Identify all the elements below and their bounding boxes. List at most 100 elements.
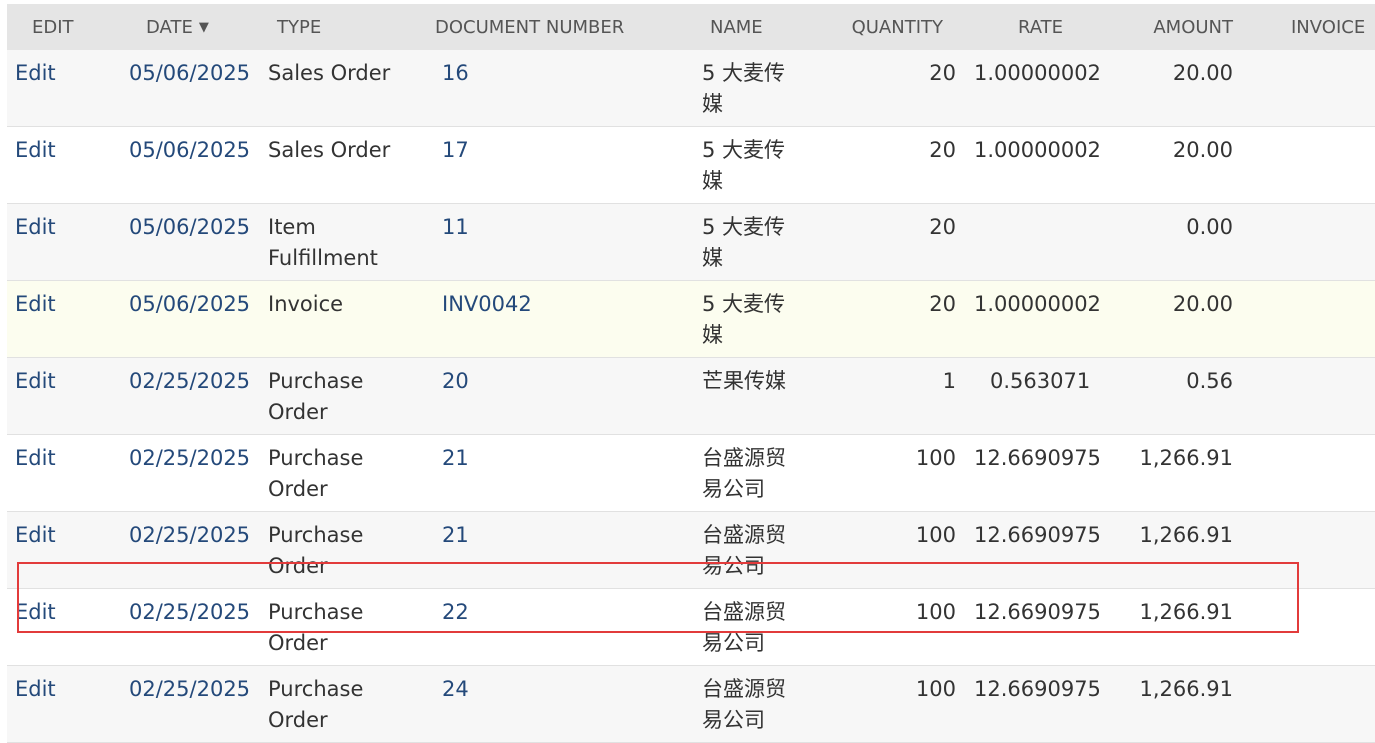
column-header-quantity[interactable]: QUANTITY (813, 4, 964, 50)
quantity-cell: 100 (813, 511, 964, 589)
table-row: Edit 05/06/2025 Sales Order 17 5 大麦传媒 20… (7, 126, 1375, 204)
document-number-link[interactable]: 17 (418, 126, 686, 204)
date-link[interactable]: 05/06/2025 (121, 203, 260, 281)
edit-link[interactable]: Edit (7, 434, 121, 512)
document-number-link[interactable]: INV0042 (418, 280, 686, 358)
edit-link[interactable]: Edit (7, 665, 121, 743)
quantity-cell: 20 (813, 50, 964, 127)
rate-cell (964, 203, 1107, 281)
document-number-link[interactable]: 11 (418, 203, 686, 281)
rate-cell: 1.00000002 (964, 126, 1107, 204)
amount-cell: 1,266.91 (1107, 434, 1264, 512)
name-cell: 5 大麦传媒 (686, 50, 813, 127)
document-number-link[interactable]: 16 (418, 50, 686, 127)
edit-link[interactable]: Edit (7, 280, 121, 358)
name-cell: 5 大麦传媒 (686, 203, 813, 281)
quantity-cell: 100 (813, 588, 964, 666)
edit-link[interactable]: Edit (7, 511, 121, 589)
document-number-link[interactable]: 22 (418, 588, 686, 666)
table-row: Edit 02/25/2025 Purchase Order 22 台盛源贸易公… (7, 588, 1375, 666)
column-header-name[interactable]: NAME (686, 4, 813, 50)
invoice-cell (1264, 280, 1375, 358)
table-header: EDIT DATE ▼ TYPE DOCUMENT NUMBER NAME QUA… (7, 4, 1375, 50)
type-cell: Invoice (260, 280, 418, 358)
amount-cell: 1,266.91 (1107, 665, 1264, 743)
transactions-list: EDIT DATE ▼ TYPE DOCUMENT NUMBER NAME QUA… (7, 4, 1375, 743)
table-row: Edit 02/25/2025 Purchase Order 21 台盛源贸易公… (7, 434, 1375, 512)
date-link[interactable]: 02/25/2025 (121, 665, 260, 743)
transactions-table: EDIT DATE ▼ TYPE DOCUMENT NUMBER NAME QUA… (7, 4, 1375, 743)
date-link[interactable]: 02/25/2025 (121, 357, 260, 435)
table-row: Edit 02/25/2025 Purchase Order 21 台盛源贸易公… (7, 511, 1375, 589)
edit-link[interactable]: Edit (7, 588, 121, 666)
type-cell: Purchase Order (260, 665, 418, 743)
rate-cell: 12.6690975 (964, 665, 1107, 743)
column-header-date-label: DATE (146, 16, 193, 38)
document-number-link[interactable]: 21 (418, 434, 686, 512)
amount-cell: 0.56 (1107, 357, 1264, 435)
quantity-cell: 100 (813, 434, 964, 512)
name-cell: 台盛源贸易公司 (686, 588, 813, 666)
amount-cell: 20.00 (1107, 50, 1264, 127)
type-cell: Sales Order (260, 50, 418, 127)
date-link[interactable]: 02/25/2025 (121, 434, 260, 512)
amount-cell: 20.00 (1107, 126, 1264, 204)
type-cell: Purchase Order (260, 588, 418, 666)
invoice-cell (1264, 203, 1375, 281)
edit-link[interactable]: Edit (7, 357, 121, 435)
column-header-document-number[interactable]: DOCUMENT NUMBER (418, 4, 686, 50)
date-link[interactable]: 05/06/2025 (121, 280, 260, 358)
name-cell: 5 大麦传媒 (686, 126, 813, 204)
name-cell: 5 大麦传媒 (686, 280, 813, 358)
column-header-rate[interactable]: RATE (964, 4, 1107, 50)
edit-link[interactable]: Edit (7, 126, 121, 204)
table-row: Edit 02/25/2025 Purchase Order 20 芒果传媒 1… (7, 357, 1375, 435)
invoice-cell (1264, 126, 1375, 204)
column-header-date[interactable]: DATE ▼ (121, 4, 260, 50)
edit-link[interactable]: Edit (7, 50, 121, 127)
document-number-link[interactable]: 24 (418, 665, 686, 743)
rate-cell: 1.00000002 (964, 50, 1107, 127)
date-link[interactable]: 02/25/2025 (121, 588, 260, 666)
table-row: Edit 05/06/2025 Sales Order 16 5 大麦传媒 20… (7, 50, 1375, 127)
rate-cell: 12.6690975 (964, 588, 1107, 666)
invoice-cell (1264, 588, 1375, 666)
type-cell: Item Fulfillment (260, 203, 418, 281)
name-cell: 台盛源贸易公司 (686, 511, 813, 589)
column-header-amount[interactable]: AMOUNT (1107, 4, 1264, 50)
rate-cell: 1.00000002 (964, 280, 1107, 358)
rate-cell: 12.6690975 (964, 511, 1107, 589)
quantity-cell: 100 (813, 665, 964, 743)
column-header-edit: EDIT (7, 4, 121, 50)
amount-cell: 1,266.91 (1107, 511, 1264, 589)
name-cell: 台盛源贸易公司 (686, 434, 813, 512)
invoice-cell (1264, 357, 1375, 435)
quantity-cell: 20 (813, 280, 964, 358)
amount-cell: 0.00 (1107, 203, 1264, 281)
type-cell: Sales Order (260, 126, 418, 204)
invoice-cell (1264, 50, 1375, 127)
invoice-cell (1264, 511, 1375, 589)
quantity-cell: 20 (813, 203, 964, 281)
column-header-type[interactable]: TYPE (260, 4, 418, 50)
invoice-cell (1264, 665, 1375, 743)
rate-cell: 12.6690975 (964, 434, 1107, 512)
amount-cell: 1,266.91 (1107, 588, 1264, 666)
type-cell: Purchase Order (260, 434, 418, 512)
column-header-invoice[interactable]: INVOICE (1264, 4, 1375, 50)
type-cell: Purchase Order (260, 511, 418, 589)
quantity-cell: 1 (813, 357, 964, 435)
quantity-cell: 20 (813, 126, 964, 204)
amount-cell: 20.00 (1107, 280, 1264, 358)
date-link[interactable]: 02/25/2025 (121, 511, 260, 589)
date-link[interactable]: 05/06/2025 (121, 126, 260, 204)
edit-link[interactable]: Edit (7, 203, 121, 281)
type-cell: Purchase Order (260, 357, 418, 435)
document-number-link[interactable]: 20 (418, 357, 686, 435)
date-link[interactable]: 05/06/2025 (121, 50, 260, 127)
invoice-cell (1264, 434, 1375, 512)
rate-cell: 0.563071 (964, 357, 1107, 435)
table-row: Edit 02/25/2025 Purchase Order 24 台盛源贸易公… (7, 665, 1375, 743)
document-number-link[interactable]: 21 (418, 511, 686, 589)
sort-descending-icon[interactable]: ▼ (199, 20, 209, 35)
